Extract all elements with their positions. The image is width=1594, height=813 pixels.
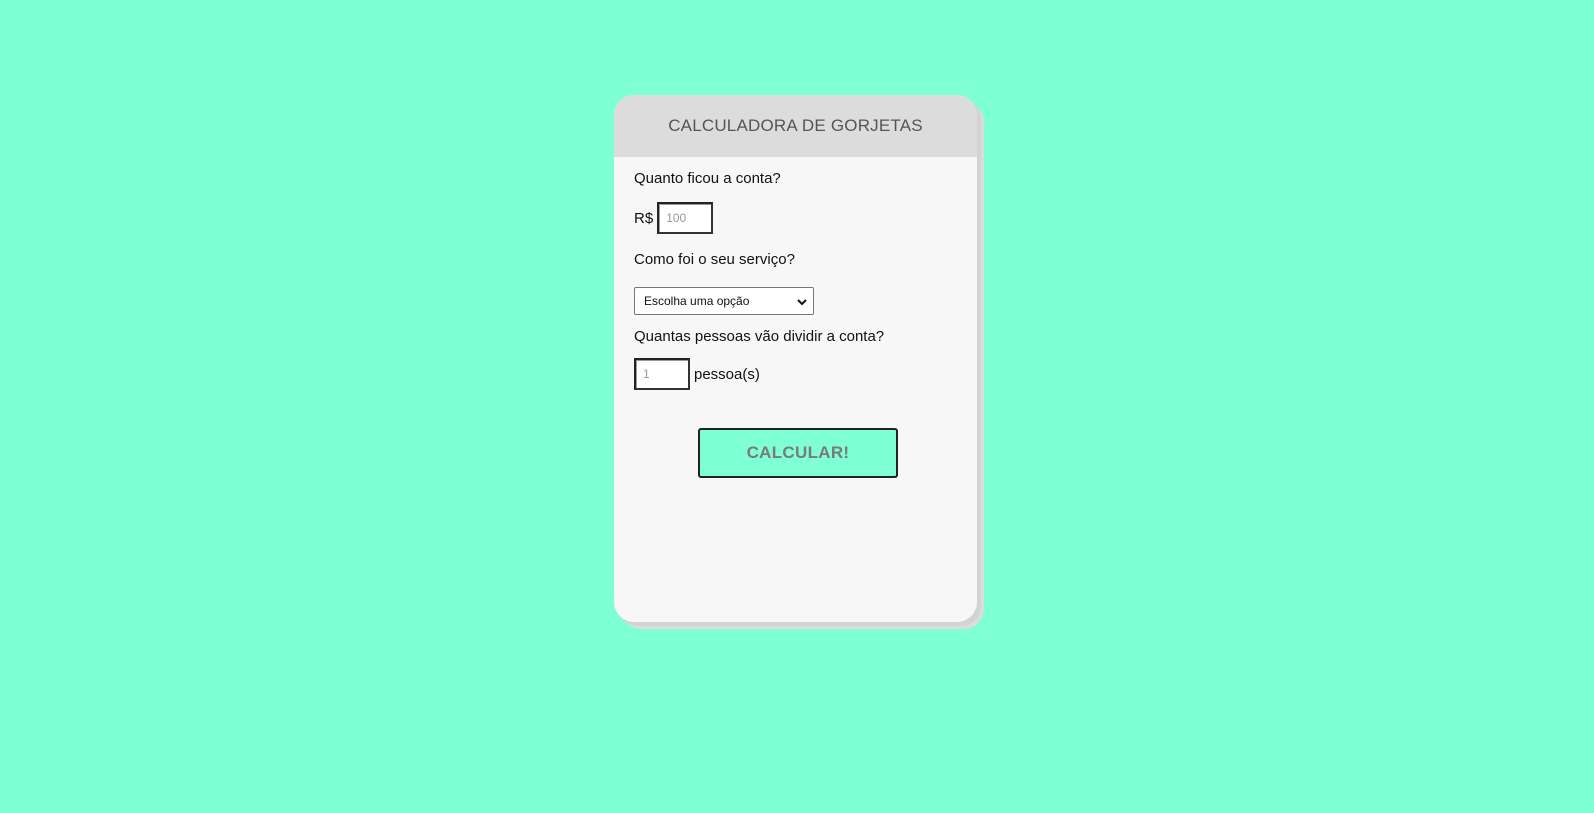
service-question-label: Como foi o seu serviço? (634, 251, 795, 268)
people-input-row: pessoa(s) (634, 358, 760, 390)
service-quality-select[interactable]: Escolha uma opção (634, 287, 814, 315)
card-header: CALCULADORA DE GORJETAS (614, 95, 977, 157)
currency-label: R$ (634, 209, 654, 227)
tip-calculator-card: CALCULADORA DE GORJETAS Quanto ficou a c… (614, 95, 977, 622)
people-question-label: Quantas pessoas vão dividir a conta? (634, 328, 885, 345)
chevron-down-icon (797, 296, 807, 306)
bill-question-label: Quanto ficou a conta? (634, 170, 781, 187)
bill-input-row: R$ (634, 202, 714, 234)
card-title: CALCULADORA DE GORJETAS (668, 116, 923, 135)
people-unit-label: pessoa(s) (694, 365, 760, 383)
service-quality-selected: Escolha uma opção (644, 294, 750, 308)
people-count-input[interactable] (634, 358, 690, 390)
bill-amount-input[interactable] (657, 202, 714, 234)
calculate-button[interactable]: CALCULAR! (698, 428, 898, 478)
